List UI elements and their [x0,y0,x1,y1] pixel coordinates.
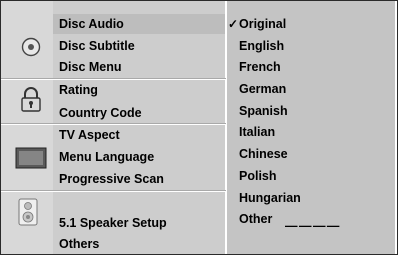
menu-item-country-code[interactable]: Country Code [59,103,142,123]
menu-separator [1,191,226,192]
option-hungarian[interactable]: Hungarian [239,188,301,208]
lock-icon[interactable] [19,87,43,113]
menu-item-disc-menu[interactable]: Disc Menu [59,57,122,77]
tv-icon[interactable] [15,147,47,169]
menu-item-others[interactable]: Others [59,234,99,254]
menu-separator [1,79,226,80]
option-spanish[interactable]: Spanish [239,101,288,121]
menu-item-rating[interactable]: Rating [59,80,98,100]
speaker-icon[interactable] [18,198,38,226]
menu-item-tv-aspect[interactable]: TV Aspect [59,125,120,145]
disc-icon[interactable] [20,36,42,58]
option-french[interactable]: French [239,57,281,77]
menu-item-disc-subtitle[interactable]: Disc Subtitle [59,36,135,56]
menu-item-menu-language[interactable]: Menu Language [59,147,154,167]
option-italian[interactable]: Italian [239,122,275,142]
selected-check-icon: ✓ [228,17,239,31]
option-german[interactable]: German [239,79,286,99]
menu-item-progressive-scan[interactable]: Progressive Scan [59,169,164,189]
option-polish[interactable]: Polish [239,166,277,186]
menu-item-speaker-setup[interactable]: 5.1 Speaker Setup [59,213,167,233]
option-english[interactable]: English [239,36,284,56]
other-language-code-placeholder: — — — — [285,219,339,233]
option-original[interactable]: Original [239,14,286,34]
dvd-setup-screen: Disc Audio Disc Subtitle Disc Menu Ratin… [0,0,398,255]
option-other[interactable]: Other [239,209,272,229]
option-chinese[interactable]: Chinese [239,144,288,164]
menu-item-disc-audio[interactable]: Disc Audio [59,14,124,34]
